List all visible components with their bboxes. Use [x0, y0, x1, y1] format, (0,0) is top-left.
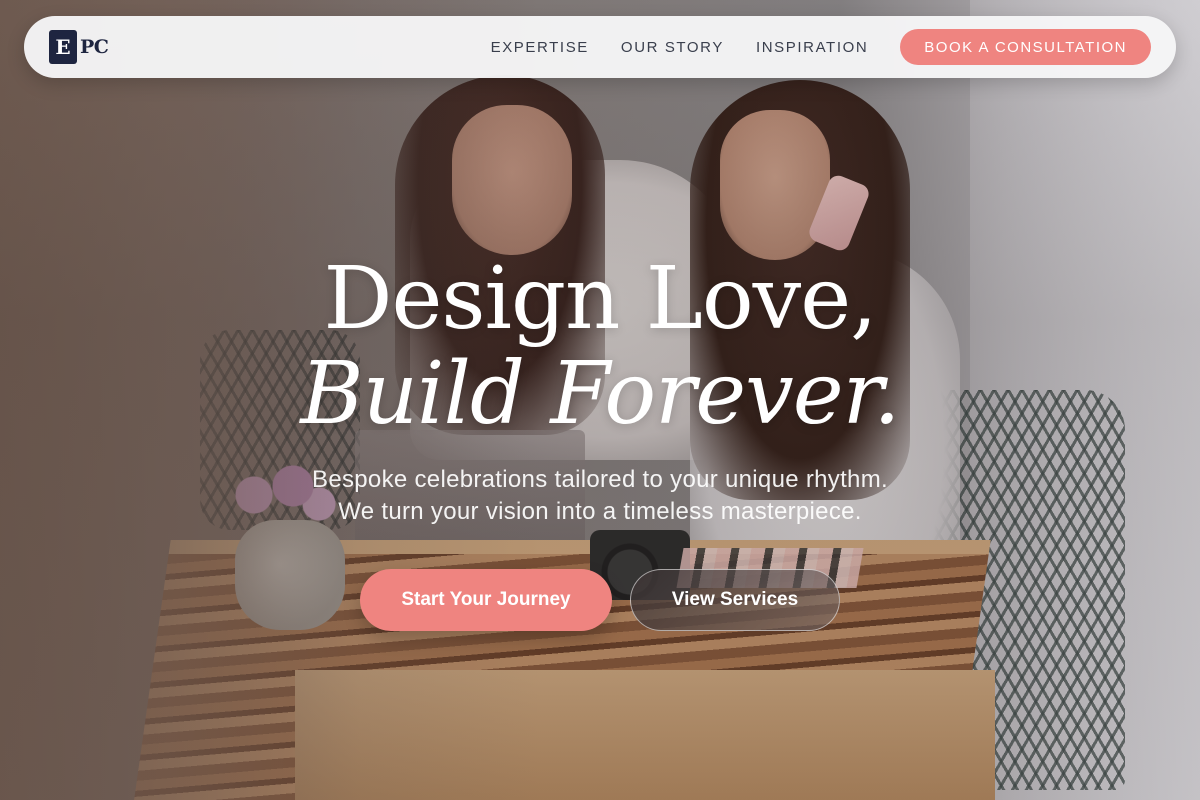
start-journey-button[interactable]: Start Your Journey	[360, 569, 612, 631]
hero-section: E PC EXPERTISE OUR STORY INSPIRATION BOO…	[0, 0, 1200, 800]
hero-subtext: Bespoke celebrations tailored to your un…	[0, 464, 1200, 528]
navbar: E PC EXPERTISE OUR STORY INSPIRATION BOO…	[24, 16, 1176, 78]
logo-mark: E	[49, 30, 77, 64]
subtext-line-1: Bespoke celebrations tailored to your un…	[312, 466, 888, 493]
nav-link-inspiration[interactable]: INSPIRATION	[756, 39, 868, 56]
hero-buttons: Start Your Journey View Services	[0, 569, 1200, 631]
logo-text: PC	[80, 36, 109, 58]
headline-line-1: Design Love,	[323, 249, 878, 349]
nav-link-expertise[interactable]: EXPERTISE	[491, 39, 589, 56]
subtext-line-2: We turn your vision into a timeless mast…	[338, 498, 862, 525]
nav-links: EXPERTISE OUR STORY INSPIRATION BOOK A C…	[491, 29, 1151, 65]
view-services-button[interactable]: View Services	[630, 569, 840, 631]
nav-link-our-story[interactable]: OUR STORY	[621, 39, 724, 56]
hero-headline: Design Love, Build Forever.	[0, 250, 1200, 440]
book-consultation-button[interactable]: BOOK A CONSULTATION	[900, 29, 1151, 65]
headline-line-2: Build Forever.	[300, 344, 900, 444]
logo[interactable]: E PC	[49, 30, 109, 64]
